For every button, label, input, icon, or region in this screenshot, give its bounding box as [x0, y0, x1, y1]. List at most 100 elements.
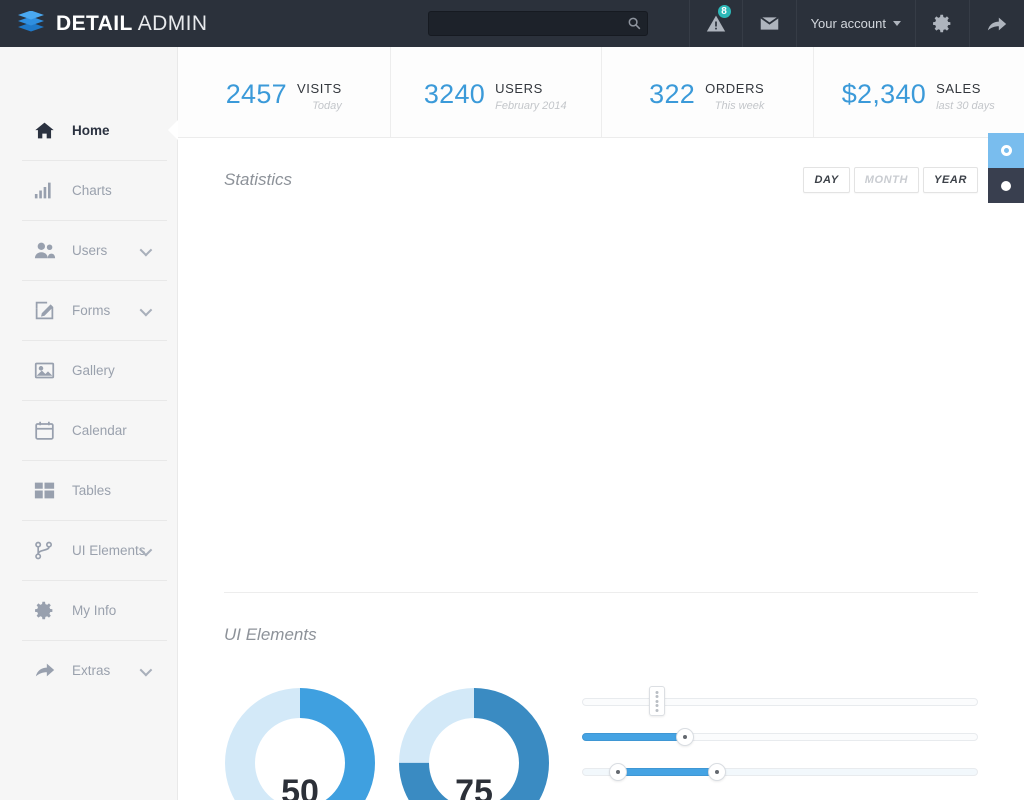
stat-label: ORDERS	[705, 80, 765, 96]
stat-card-users[interactable]: 3240 USERS February 2014	[389, 47, 602, 137]
stat-value: 322	[649, 78, 696, 109]
admin-dashboard: DETAIL ADMIN 8 Your account Home Charts …	[0, 0, 1024, 800]
stats-summary-bar: 2457 VISITS Today 3240 USERS February 20…	[178, 47, 1024, 138]
stat-sublabel: February 2014	[495, 99, 567, 112]
right-tab-secondary[interactable]	[988, 168, 1024, 203]
share-arrow-icon	[34, 659, 60, 681]
calendar-icon	[34, 419, 60, 441]
slider-handle-max[interactable]	[707, 763, 726, 781]
sidebar-item-label: My Info	[72, 602, 117, 618]
gauge-75[interactable]: 75	[398, 687, 550, 800]
stat-sublabel: This week	[714, 99, 765, 112]
messages-button[interactable]	[741, 0, 796, 47]
home-icon	[34, 119, 60, 141]
statistics-chart-area	[224, 222, 978, 592]
statistics-title: Statistics	[224, 170, 293, 189]
sidebar-item-home[interactable]: Home	[0, 100, 178, 160]
brand-title-light: ADMIN	[137, 11, 208, 35]
search-input[interactable]	[428, 11, 648, 36]
top-header-bar: DETAIL ADMIN 8 Your account	[0, 0, 1024, 47]
sidebar-item-label: Calendar	[72, 422, 127, 438]
sidebar-item-label: Users	[72, 242, 108, 258]
bar-chart-icon	[34, 179, 60, 201]
sidebar-item-calendar[interactable]: Calendar	[0, 400, 177, 460]
sidebar-item-gallery[interactable]: Gallery	[0, 340, 177, 400]
stat-value: 3240	[423, 78, 486, 109]
grip-dots-icon	[655, 689, 659, 713]
users-icon	[34, 239, 60, 261]
stat-sublabel: Today	[312, 99, 342, 112]
pencil-square-icon	[34, 299, 60, 321]
slider-handle-min[interactable]	[608, 763, 627, 781]
brand-title-bold: DETAIL	[56, 11, 133, 35]
layers-icon	[18, 10, 44, 37]
sidebar-item-label: Extras	[72, 662, 111, 678]
range-button-month[interactable]: MONTH	[853, 167, 920, 193]
right-side-tabs	[988, 133, 1024, 203]
grid-icon	[34, 479, 60, 501]
gear-icon	[34, 599, 60, 621]
range-button-day[interactable]: DAY	[803, 167, 850, 193]
ui-elements-title: UI Elements	[224, 625, 317, 644]
statistics-header: Statistics DAY MONTH YEAR	[224, 138, 978, 222]
chevron-down-icon	[893, 21, 901, 26]
stat-card-sales[interactable]: $2,340 SALES last 30 days	[812, 47, 1024, 137]
brand-title: DETAIL ADMIN	[56, 12, 207, 36]
chevron-down-icon[interactable]	[139, 243, 153, 257]
gauge-group: 50 75	[224, 677, 550, 800]
sidebar-item-extras[interactable]: Extras	[0, 640, 177, 700]
account-label: Your account	[810, 16, 886, 31]
envelope-icon	[759, 16, 779, 30]
slider-single-rect[interactable]	[582, 686, 978, 716]
sidebar-item-label: Tables	[72, 482, 112, 498]
sidebar-item-label: UI Elements	[72, 542, 146, 558]
sidebar-item-users[interactable]: Users	[0, 220, 177, 280]
stat-value: $2,340	[841, 78, 927, 109]
slider-fill	[582, 733, 685, 741]
account-menu[interactable]: Your account	[795, 0, 915, 47]
right-tab-primary[interactable]	[988, 133, 1024, 168]
search-box[interactable]	[428, 11, 648, 36]
sidebar-item-label: Home	[72, 122, 110, 138]
settings-button[interactable]	[915, 0, 969, 47]
logout-button[interactable]	[969, 0, 1024, 47]
stat-label: USERS	[495, 80, 543, 96]
brand-logo[interactable]: DETAIL ADMIN	[0, 10, 400, 37]
alerts-badge: 8	[715, 3, 733, 20]
sidebar-item-tables[interactable]: Tables	[0, 460, 177, 520]
sidebar-item-label: Charts	[72, 182, 112, 198]
alerts-button[interactable]: 8	[688, 0, 742, 47]
slider-range[interactable]	[582, 759, 978, 785]
stat-sublabel: last 30 days	[936, 99, 995, 112]
main-content: 2457 VISITS Today 3240 USERS February 20…	[178, 47, 1024, 800]
sidebar-item-label: Gallery	[72, 362, 115, 378]
slider-track[interactable]	[582, 698, 978, 706]
header-actions: 8 Your account	[688, 0, 1024, 47]
sitemap-icon	[34, 539, 60, 561]
stat-card-visits[interactable]: 2457 VISITS Today	[178, 47, 390, 137]
sidebar-item-ui-elements[interactable]: UI Elements	[0, 520, 177, 580]
sidebar-item-charts[interactable]: Charts	[0, 160, 177, 220]
slider-handle[interactable]	[675, 728, 694, 746]
range-button-year[interactable]: YEAR	[923, 167, 978, 193]
search-icon[interactable]	[627, 16, 641, 30]
slider-handle[interactable]	[649, 686, 666, 716]
chevron-down-icon[interactable]	[139, 663, 153, 677]
statistics-section: Statistics DAY MONTH YEAR	[178, 138, 1024, 592]
ring-icon	[1000, 145, 1012, 156]
ui-elements-header: UI Elements	[224, 593, 978, 677]
stat-value: 2457	[225, 78, 287, 109]
slider-fill	[617, 768, 717, 776]
stat-card-orders[interactable]: 322 ORDERS This week	[601, 47, 813, 137]
ui-elements-body: 50 75	[178, 677, 1024, 800]
stat-label: VISITS	[296, 80, 342, 96]
sidebar-item-my-info[interactable]: My Info	[0, 580, 177, 640]
chevron-down-icon[interactable]	[139, 303, 153, 317]
active-indicator	[168, 120, 178, 140]
sidebar-item-label: Forms	[72, 302, 111, 318]
ui-elements-section: UI Elements	[178, 593, 1024, 677]
gauge-50[interactable]: 50	[224, 687, 376, 800]
sidebar-item-forms[interactable]: Forms	[0, 280, 177, 340]
slider-single-filled[interactable]	[582, 724, 978, 750]
dot-icon	[1001, 180, 1011, 191]
